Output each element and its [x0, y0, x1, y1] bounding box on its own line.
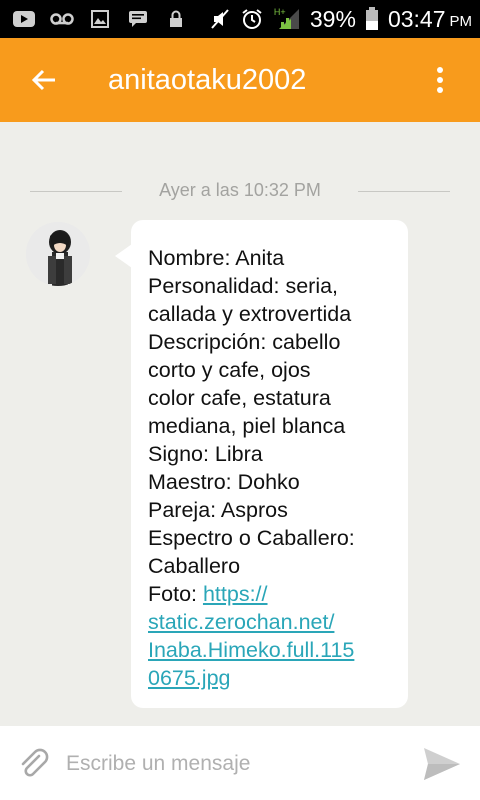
- bubble-tail: [115, 244, 132, 268]
- lock-icon: [164, 9, 188, 29]
- message-line: Personalidad: seria,: [148, 274, 339, 298]
- status-bar: H+ 39% 03:47 PM: [0, 0, 480, 38]
- chat-icon: [126, 9, 150, 29]
- attach-button[interactable]: [14, 744, 54, 784]
- send-button[interactable]: [420, 742, 464, 786]
- conversation-title: anitaotaku2002: [108, 64, 307, 96]
- message-composer: [0, 726, 480, 800]
- battery-percent: 39%: [309, 5, 356, 32]
- photo-label: Foto:: [148, 582, 203, 606]
- conversation-header: anitaotaku2002: [0, 38, 480, 122]
- photo-link-line: 0675.jpg: [148, 664, 398, 692]
- battery-icon: [364, 7, 380, 30]
- back-button[interactable]: [24, 60, 64, 100]
- photo-line: Foto: https://: [148, 580, 398, 608]
- message-line: Caballero: [148, 554, 241, 578]
- clock-ampm: PM: [449, 12, 473, 30]
- paperclip-icon: [21, 748, 49, 777]
- gallery-icon: [88, 9, 112, 29]
- back-arrow-icon: [31, 69, 55, 91]
- photo-link[interactable]: 0675.jpg: [148, 666, 231, 690]
- photo-link[interactable]: https://: [203, 582, 268, 606]
- message-line: corto y cafe, ojos: [148, 358, 311, 382]
- network-type-label: H+: [273, 7, 286, 17]
- message-line: Pareja: Aspros: [148, 498, 288, 522]
- message-line: Nombre: Anita: [148, 246, 285, 270]
- more-vert-icon: [437, 67, 443, 93]
- avatar-image: [26, 222, 90, 286]
- clock-time: 03:47: [387, 5, 446, 32]
- youtube-icon: [12, 9, 36, 29]
- message-line: Descripción: cabello: [148, 330, 341, 354]
- photo-link-line: static.zerochan.net/: [148, 608, 398, 636]
- sender-avatar[interactable]: [26, 222, 90, 286]
- date-divider: Ayer a las 10:32 PM: [0, 180, 480, 204]
- overflow-menu-button[interactable]: [420, 60, 460, 100]
- photo-link[interactable]: static.zerochan.net/: [148, 610, 334, 634]
- notification-icons: [12, 0, 188, 38]
- divider-line-right: [358, 191, 450, 192]
- message-line: Signo: Libra: [148, 442, 263, 466]
- alarm-icon: [240, 9, 264, 29]
- signal-icon: H+: [272, 7, 302, 29]
- system-status: H+ 39% 03:47 PM: [208, 0, 472, 38]
- voicemail-icon: [50, 9, 74, 29]
- message-line: Espectro o Caballero:: [148, 526, 355, 550]
- message-line: Maestro: Dohko: [148, 470, 300, 494]
- message-input[interactable]: [64, 742, 398, 786]
- message-line: mediana, piel blanca: [148, 414, 346, 438]
- send-icon: [424, 748, 460, 780]
- message-line: color cafe, estatura: [148, 386, 331, 410]
- photo-link-line: Inaba.Himeko.full.115: [148, 636, 398, 664]
- message-text: Nombre: Anita Personalidad: seria, calla…: [148, 244, 398, 692]
- message-line: callada y extrovertida: [148, 302, 352, 326]
- message-list[interactable]: Ayer a las 10:32 PM Nombre: Anita Person…: [0, 122, 480, 726]
- photo-link[interactable]: Inaba.Himeko.full.115: [148, 638, 354, 662]
- mute-icon: [208, 9, 232, 29]
